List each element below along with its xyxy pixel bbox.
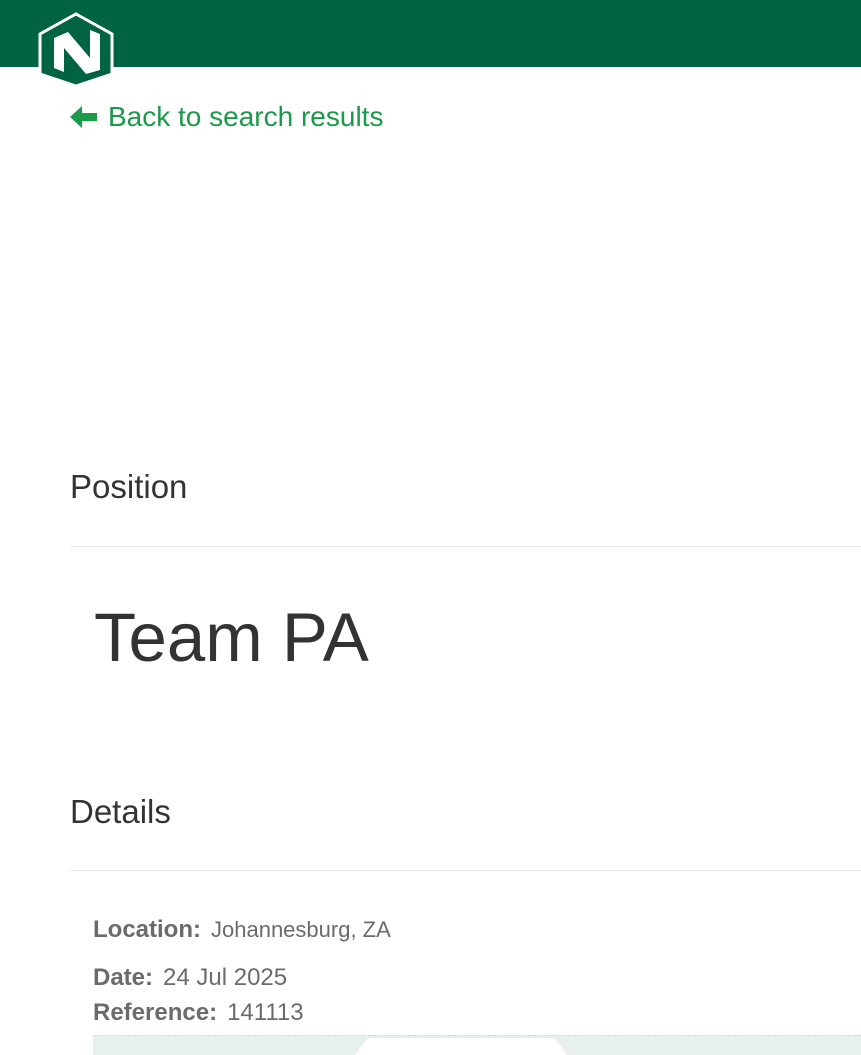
- detail-reference: Reference: 141113: [93, 999, 304, 1027]
- nedbank-n-logo-icon: [38, 12, 114, 88]
- back-link-label: Back to search results: [108, 101, 384, 132]
- top-navigation-bar: [0, 0, 861, 67]
- detail-location: Location: Johannesburg, ZA: [93, 916, 391, 944]
- reference-value: 141113: [227, 999, 304, 1026]
- position-divider: [70, 546, 861, 547]
- position-title: Team PA: [94, 599, 369, 676]
- detail-date: Date: 24 Jul 2025: [93, 964, 287, 992]
- details-heading: Details: [70, 793, 171, 830]
- location-label: Location:: [93, 916, 201, 943]
- content-panel-decoration: [355, 1038, 567, 1055]
- nedbank-logo[interactable]: [36, 12, 116, 88]
- back-to-search-results-link[interactable]: Back to search results: [70, 96, 383, 138]
- job-detail-page: Back to search results Position Team PA …: [0, 0, 861, 1055]
- reference-label: Reference:: [93, 999, 218, 1026]
- date-value: 24 Jul 2025: [163, 964, 288, 991]
- position-heading: Position: [70, 468, 188, 505]
- location-value: Johannesburg, ZA: [211, 917, 391, 942]
- arrow-left-icon: [70, 106, 97, 128]
- details-divider: [70, 870, 861, 871]
- date-label: Date:: [93, 964, 154, 991]
